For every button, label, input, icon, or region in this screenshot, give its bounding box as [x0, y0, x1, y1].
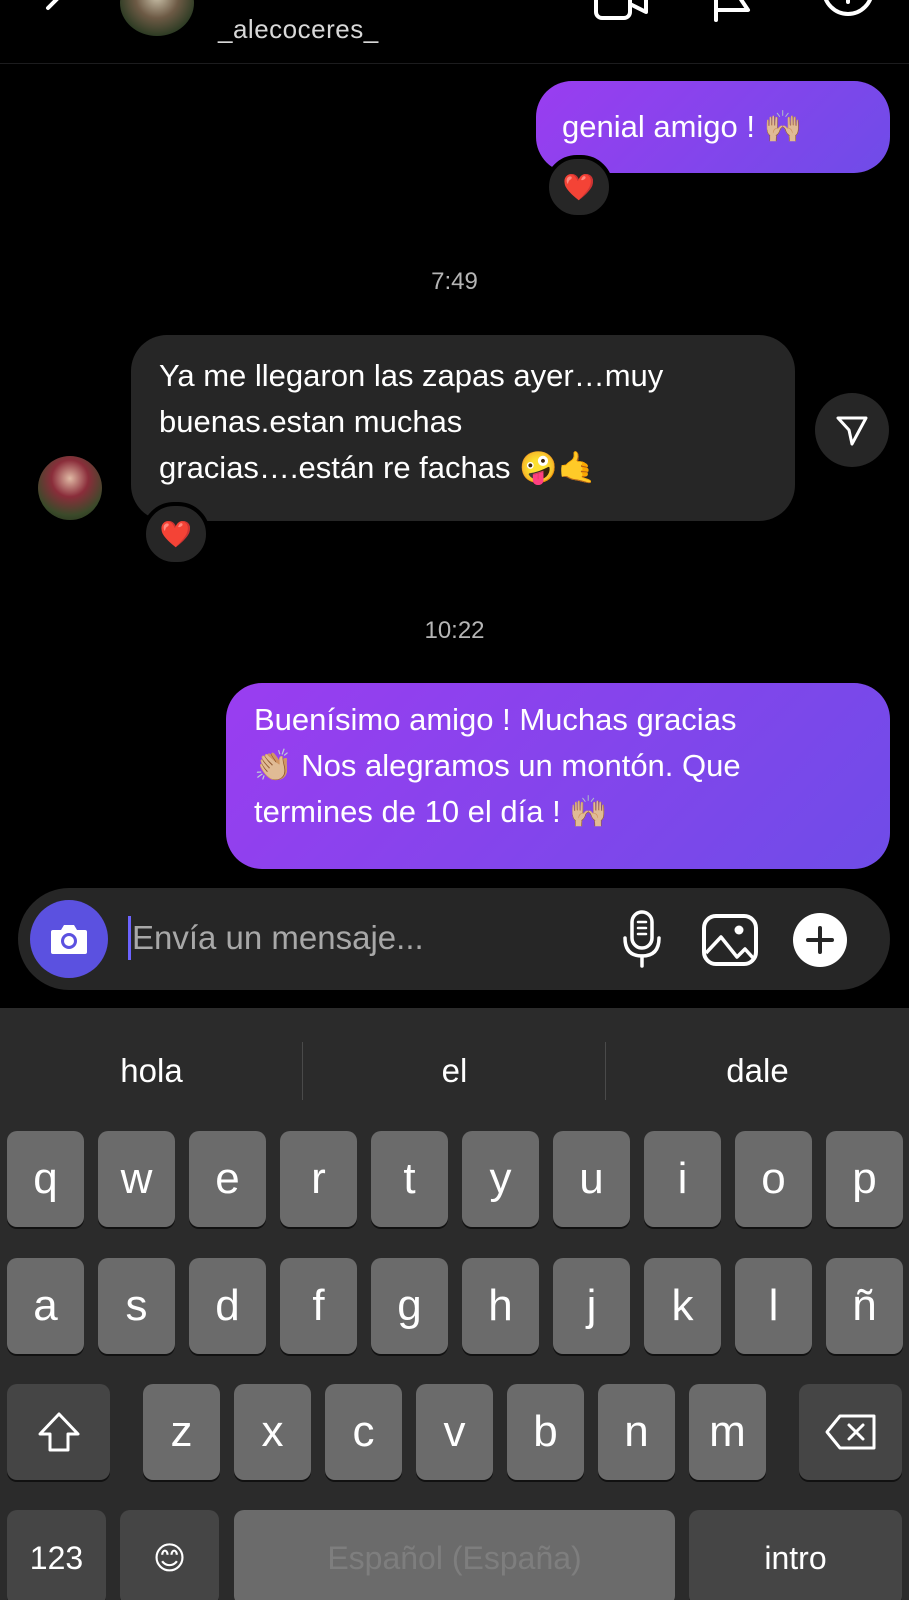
timestamp: 10:22	[424, 617, 485, 644]
key-a[interactable]: a	[7, 1258, 84, 1354]
key-f[interactable]: f	[280, 1258, 357, 1354]
key-s[interactable]: s	[98, 1258, 175, 1354]
key-d[interactable]: d	[189, 1258, 266, 1354]
heart-icon: ❤️	[159, 518, 193, 549]
image-icon	[702, 914, 758, 966]
key-m[interactable]: m	[689, 1384, 766, 1480]
key-g[interactable]: g	[371, 1258, 448, 1354]
heart-reaction[interactable]: ❤️	[545, 155, 613, 219]
message-line: buenas.estan muchas	[159, 404, 463, 439]
suggestion-2[interactable]: el	[303, 1008, 606, 1134]
plus-icon	[793, 913, 847, 967]
key-b[interactable]: b	[507, 1384, 584, 1480]
header-username[interactable]: _alecoceres_	[218, 14, 379, 45]
key-j[interactable]: j	[553, 1258, 630, 1354]
delete-key[interactable]	[799, 1384, 902, 1480]
heart-icon: ❤️	[562, 171, 596, 202]
message-line: Ya me llegaron las zapas ayer…muy	[159, 358, 664, 393]
shift-icon	[38, 1412, 79, 1452]
share-button[interactable]	[815, 393, 889, 467]
message-input[interactable]	[132, 910, 592, 966]
info-icon[interactable]	[818, 0, 878, 24]
text-caret	[128, 916, 131, 960]
keyboard: hola el dale q w e r t y u i o p a s d f…	[0, 1008, 909, 1600]
microphone-button[interactable]	[612, 910, 672, 970]
message-line: gracias….están re fachas 🤪🤙	[159, 450, 597, 485]
camera-button[interactable]	[30, 900, 108, 978]
shift-key[interactable]	[7, 1384, 110, 1480]
key-n-tilde[interactable]: ñ	[826, 1258, 903, 1354]
microphone-icon	[623, 910, 661, 968]
outgoing-message-2[interactable]: Buenísimo amigo ! Muchas gracias 👏🏼 Nos …	[226, 683, 890, 869]
key-r[interactable]: r	[280, 1131, 357, 1227]
key-v[interactable]: v	[416, 1384, 493, 1480]
suggestion-3[interactable]: dale	[606, 1008, 909, 1134]
incoming-message-1[interactable]: Ya me llegaron las zapas ayer…muy buenas…	[131, 335, 795, 521]
message-text: genial amigo ! 🙌🏼	[562, 109, 803, 144]
backspace-icon	[825, 1414, 875, 1450]
key-k[interactable]: k	[644, 1258, 721, 1354]
key-y[interactable]: y	[462, 1131, 539, 1227]
heart-reaction[interactable]: ❤️	[142, 502, 210, 566]
message-line: 👏🏼 Nos alegramos un montón. Que	[254, 748, 741, 783]
key-z[interactable]: z	[143, 1384, 220, 1480]
key-e[interactable]: e	[189, 1131, 266, 1227]
numbers-key[interactable]: 123	[7, 1510, 106, 1600]
key-c[interactable]: c	[325, 1384, 402, 1480]
suggestion-1[interactable]: hola	[0, 1008, 303, 1134]
chat-header: _alecoceres_	[0, 0, 909, 64]
camera-icon	[51, 925, 87, 954]
sender-avatar[interactable]	[38, 456, 102, 520]
key-w[interactable]: w	[98, 1131, 175, 1227]
key-x[interactable]: x	[234, 1384, 311, 1480]
space-bar[interactable]: Español (España)	[234, 1510, 675, 1600]
chevron-left-icon[interactable]	[36, 0, 76, 30]
key-q[interactable]: q	[7, 1131, 84, 1227]
key-t[interactable]: t	[371, 1131, 448, 1227]
timestamp: 7:49	[431, 268, 478, 295]
message-composer	[18, 888, 890, 990]
more-button[interactable]	[790, 910, 850, 970]
message-line: Buenísimo amigo ! Muchas gracias	[254, 702, 737, 737]
key-h[interactable]: h	[462, 1258, 539, 1354]
key-i[interactable]: i	[644, 1131, 721, 1227]
key-u[interactable]: u	[553, 1131, 630, 1227]
key-n[interactable]: n	[598, 1384, 675, 1480]
key-l[interactable]: l	[735, 1258, 812, 1354]
flag-icon[interactable]	[708, 0, 768, 24]
gallery-button[interactable]	[700, 910, 760, 970]
send-icon	[836, 416, 868, 446]
message-line: termines de 10 el día ! 🙌🏼	[254, 794, 608, 829]
key-p[interactable]: p	[826, 1131, 903, 1227]
header-avatar[interactable]	[120, 0, 194, 36]
emoji-key[interactable]: 😊	[120, 1510, 219, 1600]
video-camera-icon[interactable]	[592, 0, 652, 24]
key-o[interactable]: o	[735, 1131, 812, 1227]
return-key[interactable]: intro	[689, 1510, 902, 1600]
